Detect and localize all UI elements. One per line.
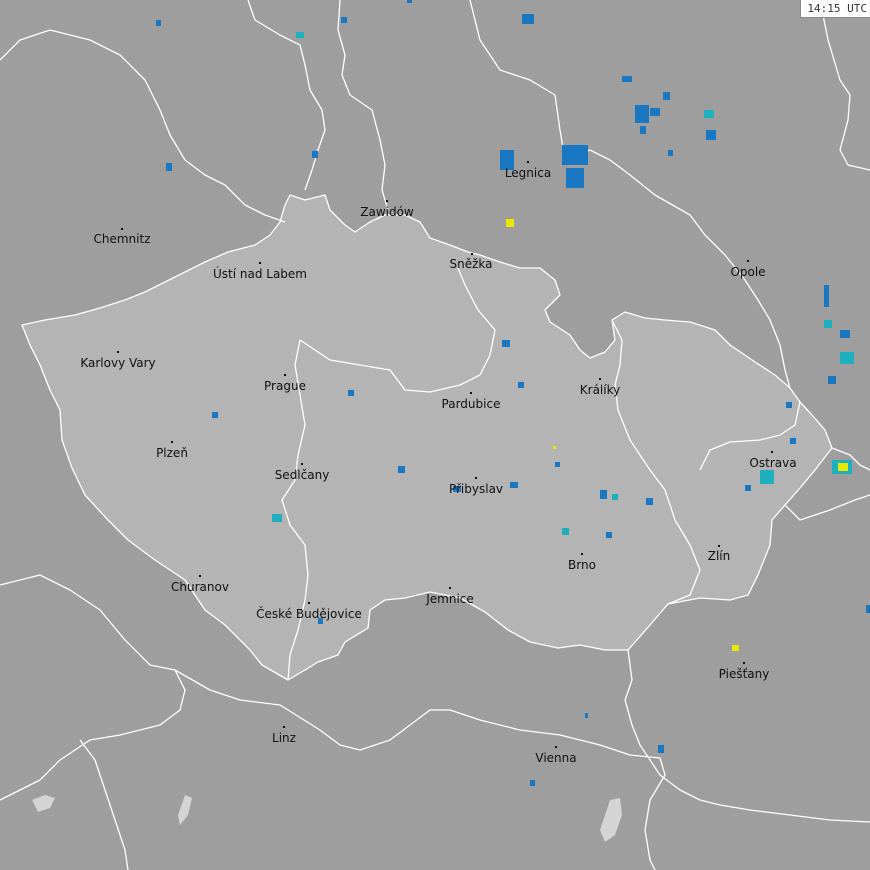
- strike-blue: [562, 145, 588, 165]
- city-label: Chemnitz: [94, 232, 151, 246]
- city-label: Králíky: [580, 383, 620, 397]
- strike-blue: [530, 780, 535, 786]
- strike-blue: [622, 76, 632, 82]
- city-label: Ústí nad Labem: [213, 266, 307, 281]
- city-label: Ostrava: [749, 456, 796, 470]
- city-label: Sedlčany: [275, 468, 330, 482]
- strike-blue: [166, 163, 172, 171]
- strike-yellow: [553, 446, 556, 449]
- strike-cyan: [760, 470, 774, 484]
- city-label: Churanov: [171, 580, 229, 594]
- strike-cyan: [272, 514, 282, 522]
- strike-blue: [407, 0, 412, 3]
- strike-blue: [706, 130, 716, 140]
- strike-cyan: [704, 110, 714, 118]
- city-label: Piešťany: [719, 667, 770, 681]
- strike-blue: [650, 108, 660, 116]
- strike-yellow: [506, 219, 514, 227]
- strike-blue: [555, 462, 560, 467]
- strike-blue: [398, 466, 405, 473]
- city-label: Prague: [264, 379, 306, 393]
- strike-blue: [518, 382, 524, 388]
- city-label: České Budějovice: [256, 606, 362, 621]
- city-label: Přibyslav: [449, 482, 503, 496]
- strike-blue: [658, 745, 664, 753]
- strike-blue: [828, 376, 836, 384]
- strike-blue: [606, 532, 612, 538]
- strike-blue: [585, 713, 588, 718]
- city-label: Karlovy Vary: [80, 356, 155, 370]
- strike-cyan: [824, 320, 832, 328]
- strike-blue: [566, 168, 584, 188]
- strike-blue: [312, 151, 318, 158]
- strike-blue: [790, 438, 796, 444]
- city-label: Opole: [730, 265, 765, 279]
- strike-blue: [786, 402, 792, 408]
- city-label: Linz: [272, 731, 296, 745]
- strike-yellow: [838, 463, 848, 471]
- strike-blue: [502, 340, 510, 347]
- strike-blue: [156, 20, 161, 26]
- city-label: Pardubice: [442, 397, 501, 411]
- strike-blue: [510, 482, 518, 488]
- strike-blue: [745, 485, 751, 491]
- city-label: Plzeň: [156, 446, 188, 460]
- strike-cyan: [612, 494, 618, 500]
- strike-blue: [341, 17, 347, 23]
- city-label: Sněžka: [450, 257, 493, 271]
- city-label: Legnica: [505, 166, 551, 180]
- city-label: Zawidów: [360, 205, 414, 219]
- strike-blue: [668, 150, 673, 156]
- lightning-map[interactable]: Chemnitz Zawidów Legnica Ústí nad Labem …: [0, 0, 870, 870]
- strike-yellow: [732, 645, 739, 651]
- strike-blue: [840, 330, 850, 338]
- city-label: Zlín: [708, 549, 731, 563]
- strike-blue: [212, 412, 218, 418]
- strike-blue: [663, 92, 670, 100]
- strike-blue: [866, 605, 870, 613]
- strike-cyan: [296, 32, 304, 38]
- strike-blue: [522, 14, 534, 24]
- city-label: Vienna: [535, 751, 576, 765]
- strike-blue: [824, 285, 829, 307]
- timestamp-badge: 14:15 UTC: [800, 0, 870, 18]
- strike-blue: [600, 490, 607, 499]
- strike-cyan: [840, 352, 854, 364]
- strike-cyan: [562, 528, 569, 535]
- strike-blue: [646, 498, 653, 505]
- strike-blue: [640, 126, 646, 134]
- strike-blue: [348, 390, 354, 396]
- city-label: Brno: [568, 558, 596, 572]
- strike-blue: [635, 105, 649, 123]
- city-label: Jemnice: [425, 592, 474, 606]
